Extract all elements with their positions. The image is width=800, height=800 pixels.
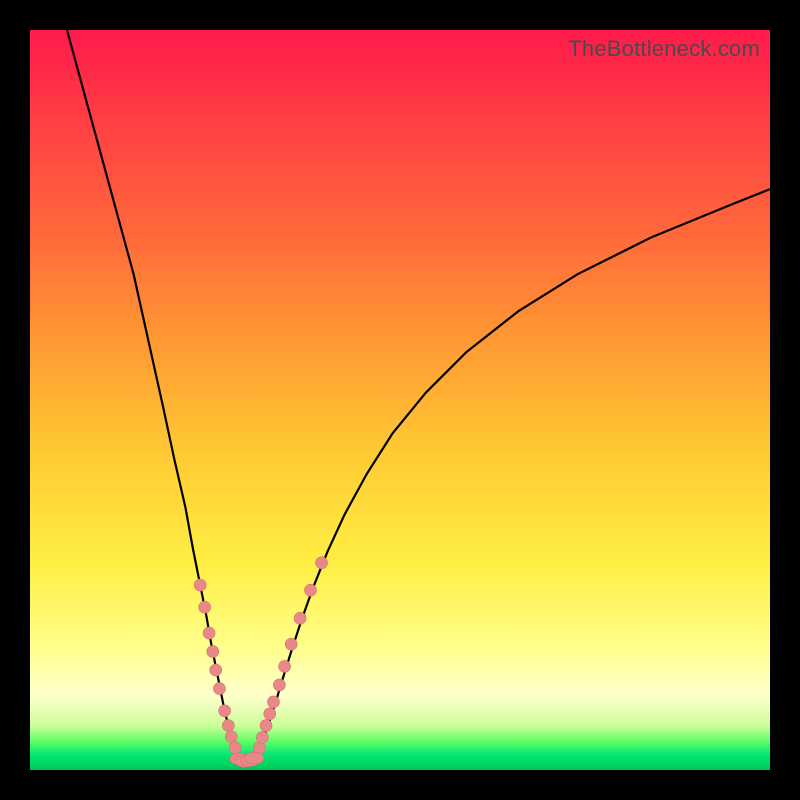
chart-frame: TheBottleneck.com: [0, 0, 800, 800]
chart-svg: [30, 30, 770, 770]
curve-right: [253, 189, 770, 760]
plot-area: TheBottleneck.com: [30, 30, 770, 770]
dots-bottom: [230, 752, 264, 767]
dots-left: [194, 579, 241, 754]
